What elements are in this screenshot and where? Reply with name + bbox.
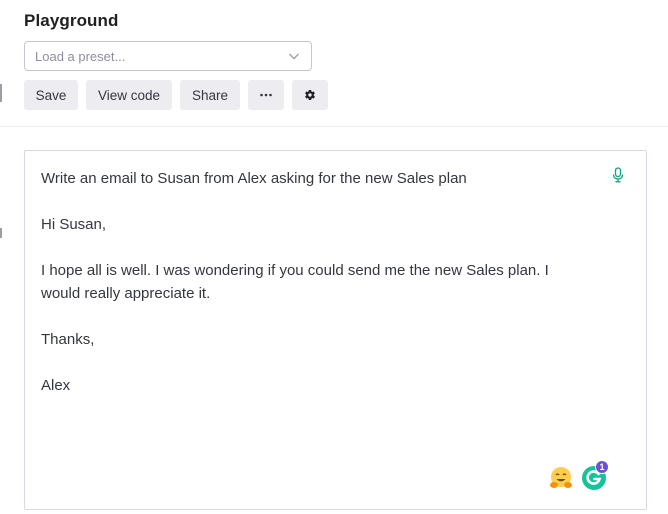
chevron-down-icon [289,53,299,60]
playground-page: Playground Load a preset... Save View co… [0,0,668,514]
preset-select[interactable]: Load a preset... [24,41,312,71]
editor-line: I hope all is well. I was wondering if y… [41,262,549,279]
grammarly-count-badge: 1 [595,460,609,474]
view-code-button[interactable]: View code [86,80,172,110]
settings-button[interactable] [292,80,328,110]
share-button[interactable]: Share [180,80,240,110]
editor-line: Write an email to Susan from Alex asking… [41,170,467,187]
gear-icon [305,90,315,101]
more-dots-icon [260,93,272,97]
microphone-icon[interactable] [612,167,624,183]
more-options-button[interactable] [248,80,284,110]
editor-line: Hi Susan, [41,216,107,233]
left-edge-marker [0,84,2,102]
editor-line: Thanks, [41,331,95,348]
section-divider [0,126,668,127]
prompt-editor[interactable]: Write an email to Susan from Alex asking… [24,150,647,510]
preset-placeholder: Load a preset... [35,49,126,64]
hugging-face-emoji-icon[interactable] [548,465,574,491]
editor-line: would really appreciate it. [41,285,211,302]
page-title: Playground [24,11,119,30]
save-button[interactable]: Save [24,80,78,110]
editor-line: Alex [41,377,71,394]
left-edge-marker [0,228,2,238]
